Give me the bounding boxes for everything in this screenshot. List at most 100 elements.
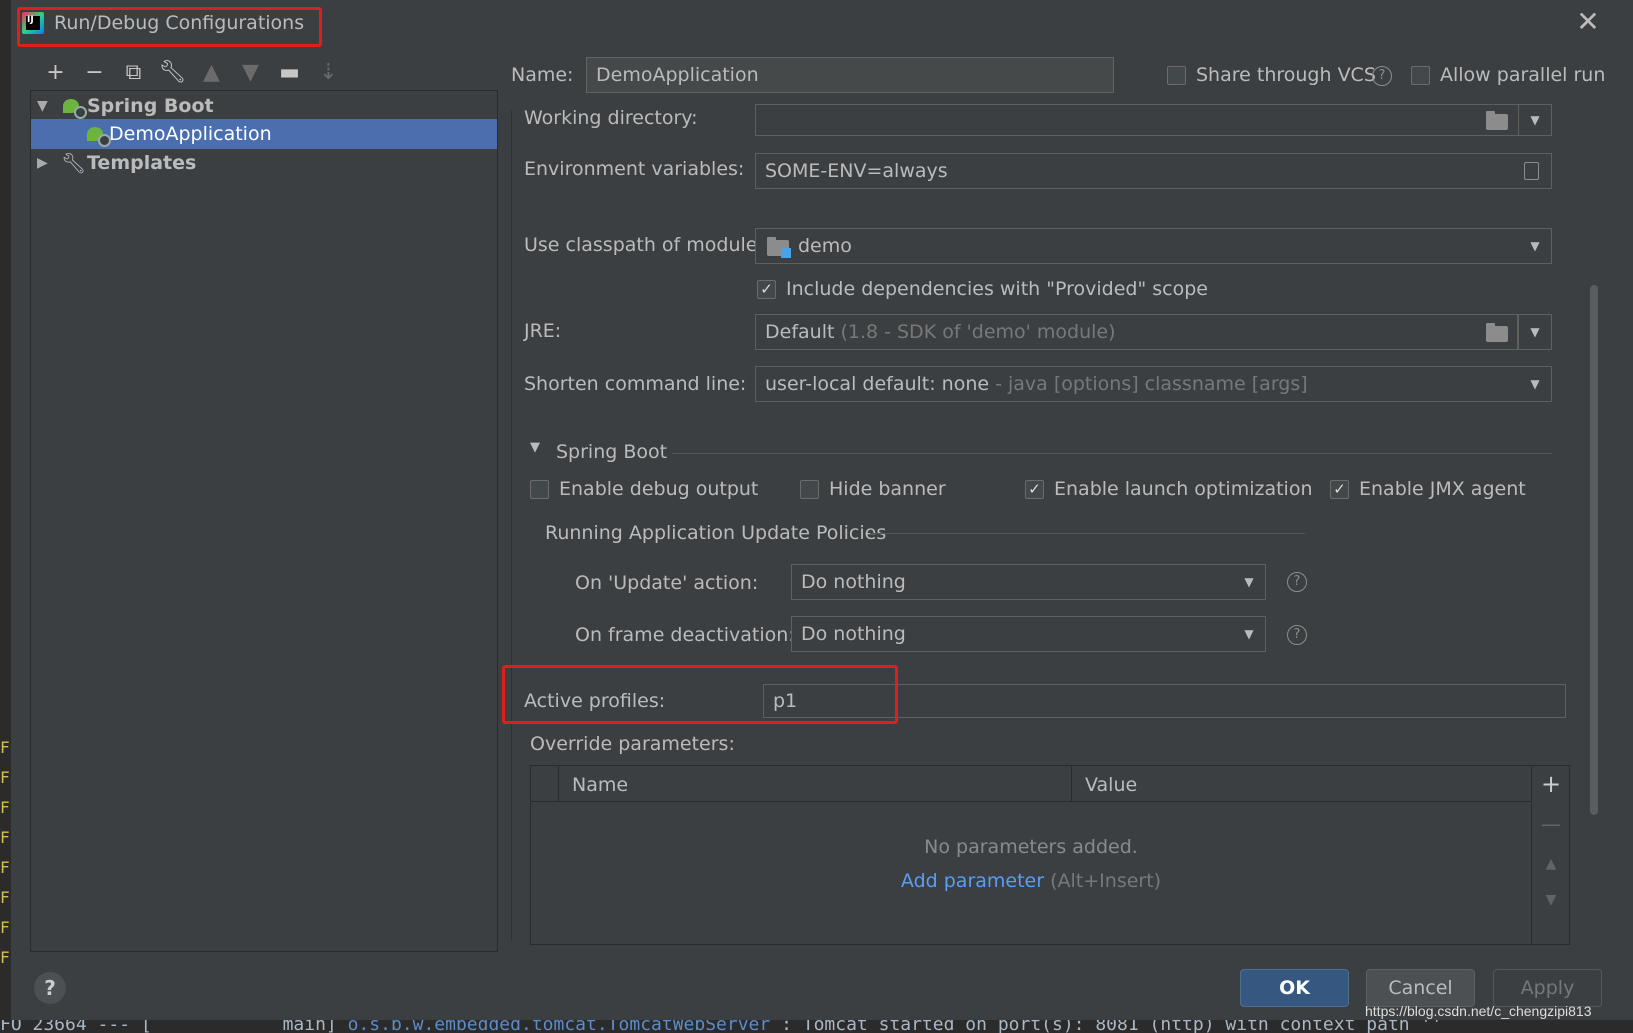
add-parameter-link[interactable]: Add parameter bbox=[901, 870, 1044, 892]
policies-title: Running Application Update Policies bbox=[545, 522, 887, 544]
form-scrollbar[interactable] bbox=[1590, 285, 1598, 815]
launch-optimization-checkbox[interactable]: ✓ Enable launch optimization bbox=[1025, 478, 1313, 500]
shorten-value: user-local default: none bbox=[765, 373, 990, 395]
collapse-arrow-icon[interactable]: ▶ bbox=[37, 155, 53, 171]
update-action-select[interactable]: Do nothing ▼ bbox=[791, 564, 1266, 600]
add-config-button[interactable]: + bbox=[36, 56, 75, 88]
tree-node-spring-boot[interactable]: ▼ Spring Boot bbox=[31, 91, 497, 121]
editor-background-left bbox=[0, 0, 11, 1033]
move-up-icon[interactable]: ▲ bbox=[192, 56, 231, 88]
table-header: Name Value bbox=[531, 766, 1531, 802]
tree-label: Spring Boot bbox=[87, 95, 214, 117]
console-line: FO 23664 --- [ main] o.s.b.w.embedded.to… bbox=[0, 1020, 1633, 1033]
column-header-name[interactable]: Name bbox=[572, 774, 628, 796]
checkbox-box[interactable]: ✓ bbox=[1330, 479, 1349, 499]
jmx-agent-checkbox[interactable]: ✓ Enable JMX agent bbox=[1330, 478, 1526, 500]
ok-button[interactable]: OK bbox=[1240, 969, 1349, 1007]
log-level-marker: F bbox=[0, 738, 10, 757]
section-divider bbox=[672, 453, 1552, 454]
checkbox-box[interactable] bbox=[530, 479, 549, 499]
log-level-marker: F bbox=[0, 918, 10, 937]
log-level-marker: F bbox=[0, 768, 10, 787]
policies-divider bbox=[870, 533, 1305, 534]
checkbox-box[interactable]: ✓ bbox=[757, 279, 776, 299]
edit-defaults-wrench-icon[interactable]: 🔧︎ bbox=[153, 56, 192, 88]
dialog-title: Run/Debug Configurations bbox=[54, 12, 305, 34]
add-parameter-row: Add parameter (Alt+Insert) bbox=[531, 870, 1531, 892]
table-side-toolbar: + — ▲ ▼ bbox=[1532, 765, 1570, 945]
checkbox-box[interactable] bbox=[1411, 65, 1430, 85]
env-vars-input[interactable]: SOME-ENV=always bbox=[755, 153, 1552, 189]
working-dir-input[interactable] bbox=[755, 104, 1552, 136]
frame-deactivation-select[interactable]: Do nothing ▼ bbox=[791, 616, 1266, 652]
section-collapse-icon[interactable]: ▼ bbox=[530, 440, 540, 455]
add-row-icon[interactable]: + bbox=[1532, 766, 1570, 802]
copy-config-button[interactable]: ⧉ bbox=[114, 56, 153, 88]
jre-dropdown[interactable]: ▼ bbox=[1518, 314, 1552, 350]
name-input[interactable]: DemoApplication bbox=[586, 57, 1114, 93]
debug-output-checkbox[interactable]: Enable debug output bbox=[530, 478, 758, 500]
expand-arrow-icon[interactable]: ▼ bbox=[37, 98, 53, 114]
active-profiles-input[interactable]: p1 bbox=[763, 684, 1566, 718]
checkbox-box[interactable] bbox=[1167, 65, 1186, 85]
tree-node-templates[interactable]: ▶ 🔧︎ Templates bbox=[31, 148, 497, 178]
checkbox-box[interactable] bbox=[800, 479, 819, 499]
active-profiles-label: Active profiles: bbox=[524, 690, 666, 712]
shorten-select[interactable]: user-local default: none - java [options… bbox=[755, 366, 1552, 402]
update-action-value: Do nothing bbox=[801, 571, 906, 593]
jre-hint: (1.8 - SDK of 'demo' module) bbox=[840, 321, 1116, 343]
move-row-down-icon[interactable]: ▼ bbox=[1532, 882, 1570, 918]
chevron-down-icon: ▼ bbox=[1530, 239, 1540, 253]
chevron-down-icon: ▼ bbox=[1244, 627, 1254, 641]
sort-icon[interactable]: ⇣ bbox=[309, 56, 348, 88]
move-row-up-icon[interactable]: ▲ bbox=[1532, 846, 1570, 882]
frame-deactivation-value: Do nothing bbox=[801, 623, 906, 645]
cancel-button[interactable]: Cancel bbox=[1366, 969, 1475, 1007]
spring-boot-icon bbox=[61, 95, 87, 119]
include-deps-checkbox[interactable]: ✓ Include dependencies with "Provided" s… bbox=[757, 278, 1208, 300]
allow-parallel-checkbox[interactable]: Allow parallel run bbox=[1411, 64, 1605, 86]
checkbox-box[interactable]: ✓ bbox=[1025, 479, 1044, 499]
help-icon[interactable]: ? bbox=[1372, 66, 1392, 86]
console-pid: FO 23664 --- [ bbox=[0, 1020, 152, 1033]
close-icon[interactable]: ✕ bbox=[1574, 8, 1602, 36]
hide-banner-checkbox[interactable]: Hide banner bbox=[800, 478, 946, 500]
watermark-url: https://blog.csdn.net/c_chengzipi813 bbox=[1365, 1003, 1592, 1019]
apply-button[interactable]: Apply bbox=[1493, 969, 1602, 1007]
env-vars-label: Environment variables: bbox=[524, 158, 745, 180]
chevron-down-icon: ▼ bbox=[1530, 113, 1540, 127]
panel-divider bbox=[511, 110, 512, 940]
override-params-table: Name Value No parameters added. Add para… bbox=[530, 765, 1532, 945]
add-parameter-hint: (Alt+Insert) bbox=[1050, 870, 1162, 892]
chevron-down-icon: ▼ bbox=[1530, 377, 1540, 391]
browse-folder-icon[interactable] bbox=[1486, 323, 1508, 342]
column-header-value[interactable]: Value bbox=[1085, 774, 1137, 796]
remove-config-button[interactable]: − bbox=[75, 56, 114, 88]
column-divider bbox=[1071, 766, 1072, 802]
shorten-label: Shorten command line: bbox=[524, 373, 747, 395]
jre-select[interactable]: Default (1.8 - SDK of 'demo' module) bbox=[755, 314, 1518, 350]
wrench-icon: 🔧︎ bbox=[61, 151, 87, 175]
checkbox-label: Share through VCS bbox=[1196, 64, 1376, 86]
row-number-header bbox=[531, 766, 559, 802]
log-level-marker: F bbox=[0, 888, 10, 907]
empty-state-text: No parameters added. bbox=[924, 836, 1138, 858]
checkbox-label: Hide banner bbox=[829, 478, 946, 500]
log-level-marker: F bbox=[0, 828, 10, 847]
classpath-select[interactable]: demo ▼ bbox=[755, 228, 1552, 264]
working-dir-dropdown[interactable]: ▼ bbox=[1518, 104, 1552, 136]
help-button[interactable]: ? bbox=[34, 972, 66, 1004]
help-icon[interactable]: ? bbox=[1287, 572, 1307, 592]
help-icon[interactable]: ? bbox=[1287, 625, 1307, 645]
override-params-label: Override parameters: bbox=[530, 733, 735, 755]
remove-row-icon[interactable]: — bbox=[1532, 806, 1570, 842]
checkbox-label: Include dependencies with "Provided" sco… bbox=[786, 278, 1208, 300]
move-down-icon[interactable]: ▼ bbox=[231, 56, 270, 88]
jre-label: JRE: bbox=[524, 320, 562, 342]
tree-node-demo-application[interactable]: DemoApplication bbox=[31, 119, 497, 149]
share-vcs-checkbox[interactable]: Share through VCS bbox=[1167, 64, 1376, 86]
new-folder-icon[interactable]: ▬ bbox=[270, 56, 309, 88]
config-toolbar: + − ⧉ 🔧︎ ▲ ▼ ▬ ⇣ bbox=[36, 56, 348, 88]
edit-env-vars-icon[interactable] bbox=[1524, 162, 1539, 180]
browse-folder-icon[interactable] bbox=[1486, 111, 1508, 130]
